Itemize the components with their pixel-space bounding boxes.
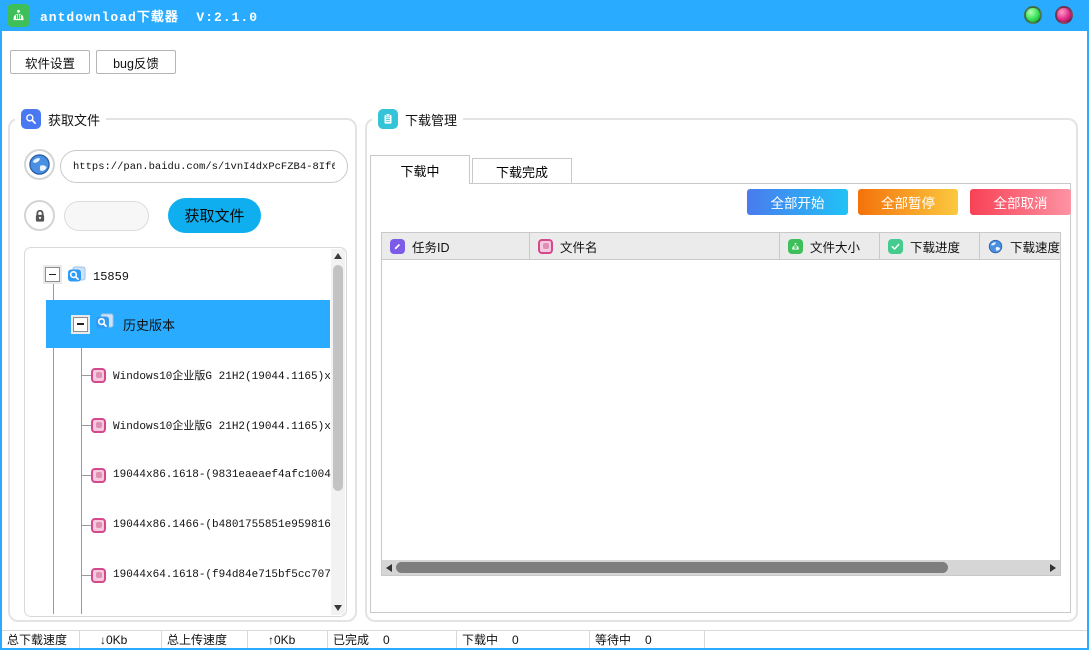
titlebar: antdownload下载器 V:2.1.0 xyxy=(0,0,1089,31)
column-label: 文件大小 xyxy=(810,237,860,256)
tree-connector-stub xyxy=(81,575,91,576)
tree-file-label: Windows10企业版G 21H2(19044.1165)x xyxy=(113,417,331,433)
tab-label: 下载中 xyxy=(400,161,439,180)
tab-downloading[interactable]: 下载中 xyxy=(370,155,470,184)
url-input[interactable] xyxy=(60,150,348,183)
file-icon xyxy=(91,418,106,433)
file-icon xyxy=(91,518,106,533)
download-table: 任务ID 文件名 xyxy=(381,232,1061,576)
tree-file-node[interactable]: Windows10企业版G 21H2(19044.1165)x xyxy=(91,367,341,383)
scroll-right-icon[interactable] xyxy=(1046,560,1060,575)
tree-expander-selected[interactable] xyxy=(73,317,88,332)
download-manage-panel: 下载管理 下载中 下载完成 全部开始 全部暂停 全部取消 xyxy=(365,118,1078,622)
status-waiting: 等待中 0 xyxy=(590,631,705,648)
status-total-upload-value: ↑0Kb xyxy=(248,631,328,648)
search-icon xyxy=(21,109,41,129)
status-spacer xyxy=(705,631,1087,648)
tree-file-label: 19044x86.1466-(b4801755851e9598166 xyxy=(113,519,337,531)
tree-file-node[interactable]: 19044x64.1618-(f94d84e715bf5cc707d xyxy=(91,567,341,583)
column-header-task-id[interactable]: 任务ID xyxy=(382,233,530,259)
pause-all-button[interactable]: 全部暂停 xyxy=(858,189,958,215)
column-label: 任务ID xyxy=(412,237,450,256)
globe-icon xyxy=(24,149,55,180)
download-table-header: 任务ID 文件名 xyxy=(382,233,1060,260)
fetch-file-button[interactable]: 获取文件 xyxy=(168,198,261,233)
window-title: antdownload下载器 V:2.1.0 xyxy=(40,6,258,25)
table-scrollbar-thumb[interactable] xyxy=(396,562,948,573)
start-all-button[interactable]: 全部开始 xyxy=(747,189,848,215)
pen-icon xyxy=(390,239,405,254)
status-total-upload-label: 总上传速度 xyxy=(162,631,248,648)
settings-button[interactable]: 软件设置 xyxy=(10,50,90,74)
tree-file-label: Windows10企业版G 21H2(19044.1165)x xyxy=(113,367,331,383)
scroll-down-icon[interactable] xyxy=(331,601,345,615)
fetch-panel-legend: 获取文件 xyxy=(15,109,106,129)
extraction-code-input[interactable] xyxy=(64,201,149,231)
download-panel-title: 下载管理 xyxy=(405,110,457,129)
minimize-button[interactable] xyxy=(1024,6,1042,24)
cancel-all-button[interactable]: 全部取消 xyxy=(970,189,1071,215)
file-tree: 15859 历史版本 Windows10企业版 xyxy=(24,247,347,617)
tree-scrollbar[interactable] xyxy=(331,249,345,615)
tree-file-label: 19044x64.1618-(f94d84e715bf5cc707d xyxy=(113,569,337,581)
tree-selected-label: 历史版本 xyxy=(123,315,175,334)
bug-feedback-button[interactable]: bug反馈 xyxy=(96,50,176,74)
column-header-filename[interactable]: 文件名 xyxy=(530,233,780,259)
status-total-download-value: ↓0Kb xyxy=(80,631,162,648)
close-button[interactable] xyxy=(1055,6,1073,24)
statusbar: 总下载速度 ↓0Kb 总上传速度 ↑0Kb 已完成 0 下载中 0 等待中 0 xyxy=(2,630,1087,648)
tree-file-node[interactable]: 19044x86.1466-(b4801755851e9598166 xyxy=(91,517,341,533)
column-header-filesize[interactable]: 文件大小 xyxy=(780,233,880,259)
column-label: 下载速度 xyxy=(1010,237,1060,256)
column-label: 下载进度 xyxy=(910,237,960,256)
column-header-progress[interactable]: 下载进度 xyxy=(880,233,980,259)
tree-scrollbar-thumb[interactable] xyxy=(333,265,343,491)
tree-connector-stub xyxy=(81,525,91,526)
status-downloading: 下载中 0 xyxy=(457,631,590,648)
app-logo-icon xyxy=(7,4,30,27)
fetch-panel-title: 获取文件 xyxy=(48,110,100,129)
table-horizontal-scrollbar[interactable] xyxy=(382,560,1060,575)
check-icon xyxy=(888,239,903,254)
tree-root-label: 15859 xyxy=(93,270,129,284)
scroll-left-icon[interactable] xyxy=(382,560,396,575)
status-completed: 已完成 0 xyxy=(328,631,457,648)
clipboard-icon xyxy=(378,109,398,129)
tree-connector-stub xyxy=(81,425,91,426)
tree-connector-stub xyxy=(81,375,91,376)
download-panel-legend: 下载管理 xyxy=(372,109,463,129)
tree-file-node[interactable]: Windows10企业版G 21H2(19044.1165)x xyxy=(91,417,341,433)
basket-icon xyxy=(788,239,803,254)
file-icon xyxy=(91,468,106,483)
fetch-file-panel: 获取文件 获取文件 xyxy=(8,118,357,622)
scroll-up-icon[interactable] xyxy=(331,249,345,263)
folder-search-icon xyxy=(95,313,115,335)
tree-connector-stub xyxy=(81,475,91,476)
tree-node-selected[interactable]: 历史版本 xyxy=(46,300,330,348)
tree-file-label: 19044x86.1618-(9831eaeaef4afc1004c xyxy=(113,469,337,481)
status-total-download-label: 总下载速度 xyxy=(2,631,80,648)
tab-label: 下载完成 xyxy=(496,162,548,181)
file-icon xyxy=(91,568,106,583)
tree-root-node[interactable]: 15859 xyxy=(67,266,129,288)
tab-completed[interactable]: 下载完成 xyxy=(472,158,572,184)
folder-search-icon xyxy=(67,266,87,288)
globe-icon xyxy=(988,239,1003,254)
column-label: 文件名 xyxy=(560,237,598,256)
download-table-body xyxy=(382,260,1060,561)
tree-file-node[interactable]: 19044x86.1618-(9831eaeaef4afc1004c xyxy=(91,467,341,483)
lock-icon xyxy=(24,200,55,231)
tree-expander-root[interactable] xyxy=(45,267,60,282)
column-header-speed[interactable]: 下载速度 xyxy=(980,233,1060,259)
downloading-tab-page: 全部开始 全部暂停 全部取消 任务ID 文 xyxy=(370,183,1071,613)
file-icon xyxy=(91,368,106,383)
file-icon xyxy=(538,239,553,254)
app-window: antdownload下载器 V:2.1.0 软件设置 bug反馈 获取文件 xyxy=(0,0,1089,650)
